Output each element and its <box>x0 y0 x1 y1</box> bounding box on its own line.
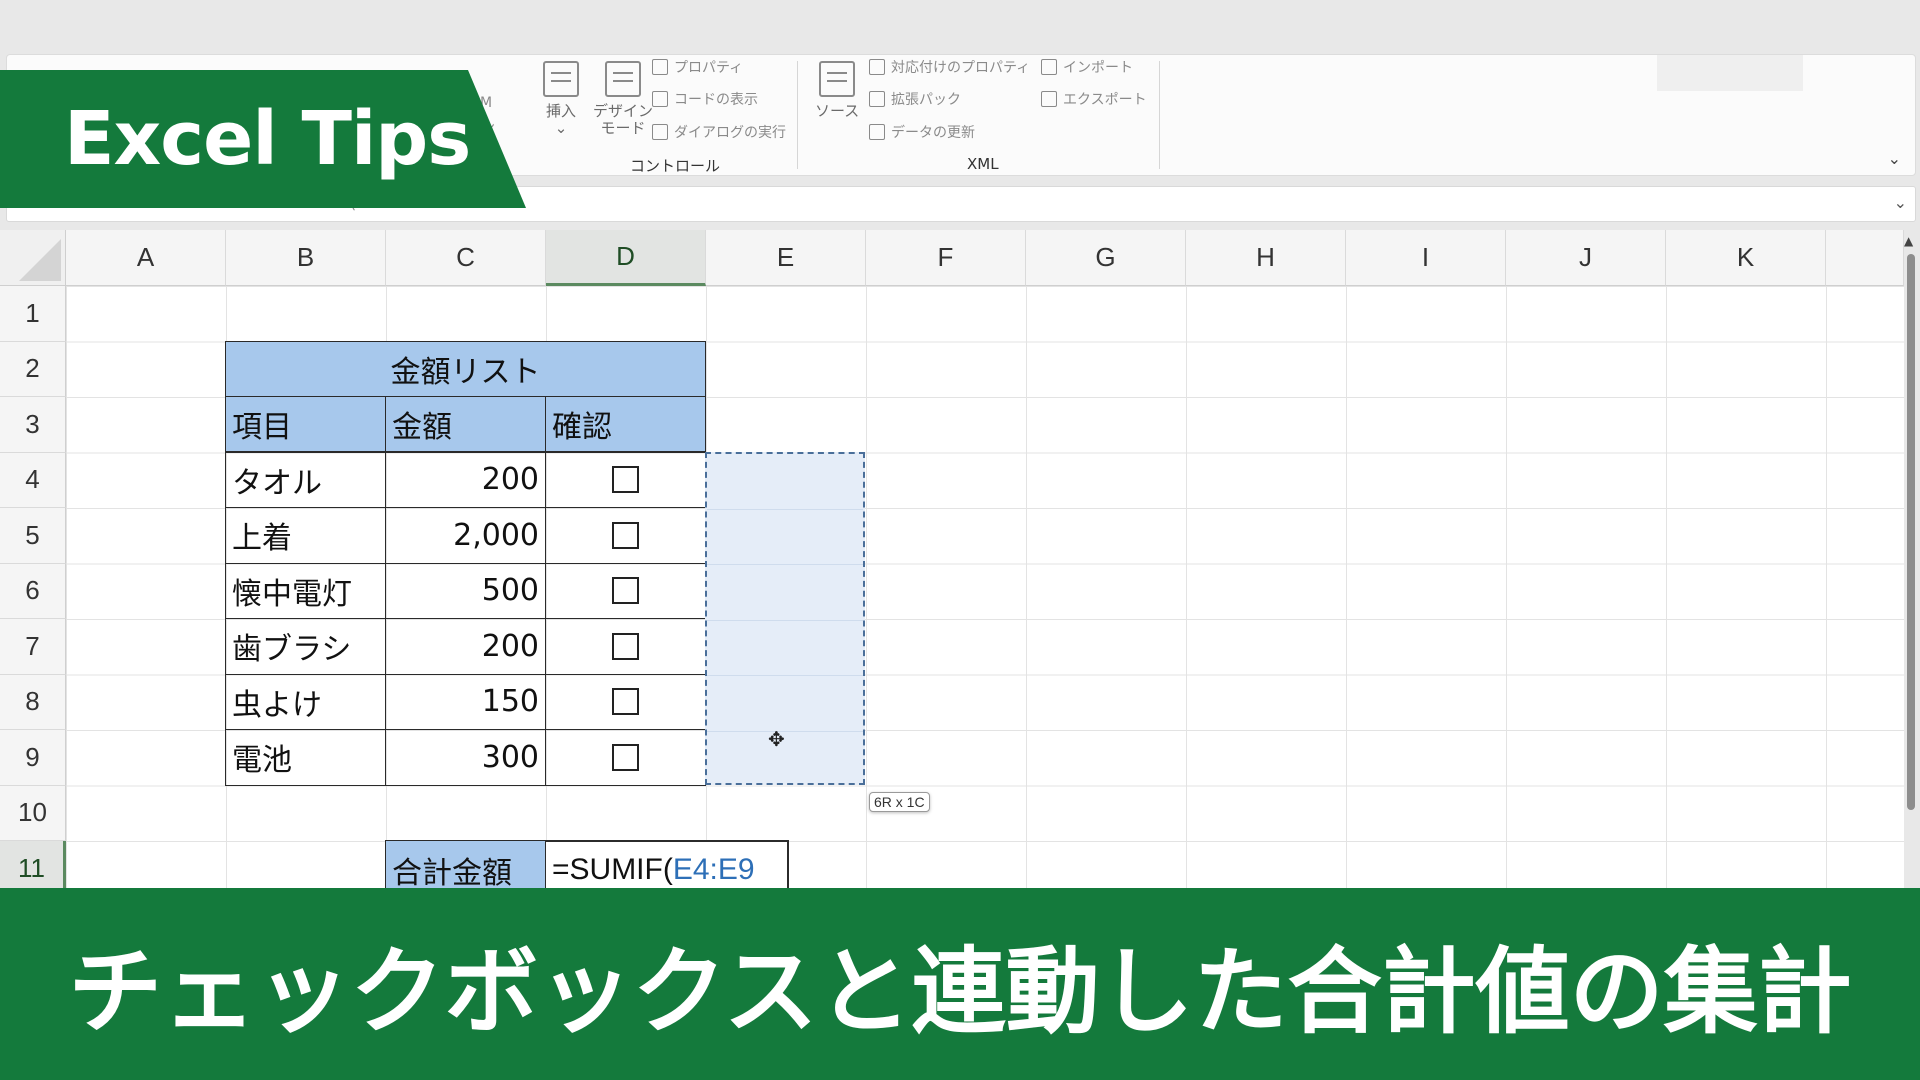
expansion-pack-icon <box>869 91 885 107</box>
item-name-cell[interactable]: 電池 <box>225 729 386 786</box>
column-header-i[interactable]: I <box>1346 230 1506 286</box>
refresh-data-button[interactable]: データの更新 <box>869 122 975 142</box>
row-header-9[interactable]: 9 <box>0 730 66 786</box>
item-name-cell[interactable]: 歯ブラシ <box>225 618 386 675</box>
view-code-icon <box>652 91 668 107</box>
column-header-d[interactable]: D <box>546 230 706 286</box>
group-separator-2 <box>1159 61 1160 169</box>
item-check-cell <box>545 451 706 508</box>
excel-tips-badge: Excel Tips <box>0 70 526 208</box>
xml-source-button[interactable]: ソース <box>815 61 859 120</box>
scroll-up-arrow-icon[interactable]: ▲ <box>1904 234 1913 248</box>
item-name-cell[interactable]: 虫よけ <box>225 673 386 730</box>
item-amount-cell[interactable]: 150 <box>385 673 546 730</box>
insert-control-button[interactable]: 挿入 ⌄ <box>543 61 579 137</box>
column-header-a[interactable]: A <box>66 230 226 286</box>
range-gridline <box>707 620 863 621</box>
run-dialog-icon <box>652 124 668 140</box>
row-header-8[interactable]: 8 <box>0 674 66 730</box>
export-icon <box>1041 91 1057 107</box>
header-check[interactable]: 確認 <box>545 396 706 452</box>
item-amount-cell[interactable]: 300 <box>385 729 546 786</box>
checkbox[interactable] <box>612 743 639 771</box>
item-check-cell <box>545 673 706 730</box>
range-gridline <box>707 675 863 676</box>
view-code-button[interactable]: コードの表示 <box>652 89 758 109</box>
item-amount-cell[interactable]: 200 <box>385 618 546 675</box>
range-gridline <box>707 564 863 565</box>
group-label-controls: コントロール <box>630 157 721 175</box>
map-properties-button[interactable]: 対応付けのプロパティ <box>869 57 1030 77</box>
scrollbar-thumb[interactable] <box>1907 254 1915 810</box>
header-item[interactable]: 項目 <box>225 396 386 452</box>
column-header-k[interactable]: K <box>1666 230 1826 286</box>
item-amount-cell[interactable]: 2,000 <box>385 507 546 564</box>
design-mode-icon <box>605 61 641 97</box>
column-header-g[interactable]: G <box>1026 230 1186 286</box>
run-dialog-button[interactable]: ダイアログの実行 <box>652 122 786 142</box>
ribbon-collapse-chevron-icon[interactable]: ⌄ <box>1888 149 1901 168</box>
map-properties-icon <box>869 59 885 75</box>
column-header-b[interactable]: B <box>226 230 386 286</box>
properties-icon <box>652 59 668 75</box>
item-amount-cell[interactable]: 200 <box>385 451 546 508</box>
formula-prefix: =SUMIF( <box>552 853 673 886</box>
checkbox[interactable] <box>612 688 639 716</box>
range-gridline <box>707 509 863 510</box>
refresh-data-icon <box>869 124 885 140</box>
range-gridline <box>707 731 863 732</box>
header-amount[interactable]: 金額 <box>385 396 546 452</box>
sum-label-cell[interactable]: 合計金額 <box>385 840 546 890</box>
column-header-h[interactable]: H <box>1186 230 1346 286</box>
toolbox-icon <box>543 61 579 97</box>
group-separator <box>797 61 798 169</box>
select-all-corner[interactable] <box>0 230 66 286</box>
row-header-10[interactable]: 10 <box>0 785 66 841</box>
checkbox[interactable] <box>612 632 639 660</box>
column-header-f[interactable]: F <box>866 230 1026 286</box>
row-header-2[interactable]: 2 <box>0 341 66 397</box>
properties-button[interactable]: プロパティ <box>652 57 743 77</box>
design-mode-button[interactable]: デザイン モード <box>593 61 653 137</box>
column-header-c[interactable]: C <box>386 230 546 286</box>
selection-size-tooltip: 6R x 1C <box>869 792 930 812</box>
column-header-j[interactable]: J <box>1506 230 1666 286</box>
sum-formula-cell[interactable]: =SUMIF(E4:E9 <box>545 840 789 890</box>
formula-range-ref: E4:E9 <box>672 853 755 886</box>
row-header-11[interactable]: 11 <box>0 841 66 890</box>
ribbon-faded-area <box>1657 55 1803 91</box>
checkbox[interactable] <box>612 577 639 605</box>
vertical-scrollbar[interactable]: ▲ <box>1904 234 1916 820</box>
item-name-cell[interactable]: 懐中電灯 <box>225 562 386 619</box>
item-check-cell <box>545 562 706 619</box>
row-header-7[interactable]: 7 <box>0 619 66 675</box>
move-cursor-icon: ✥ <box>768 727 785 751</box>
item-name-cell[interactable]: 上着 <box>225 507 386 564</box>
referenced-range-e4-e9[interactable] <box>705 452 865 785</box>
row-header-4[interactable]: 4 <box>0 452 66 508</box>
import-icon <box>1041 59 1057 75</box>
item-name-cell[interactable]: タオル <box>225 451 386 508</box>
row-header-3[interactable]: 3 <box>0 397 66 453</box>
formula-expand-chevron-icon[interactable]: ⌄ <box>1894 193 1907 212</box>
worksheet: A B C D E F G H I J K 1 2 3 4 5 6 7 8 9 … <box>0 230 1904 890</box>
caption-banner: チェックボックスと連動した合計値の集計 <box>0 888 1920 1080</box>
import-button[interactable]: インポート <box>1041 57 1133 77</box>
xml-source-icon <box>819 61 856 97</box>
column-header-e[interactable]: E <box>706 230 866 286</box>
row-header-6[interactable]: 6 <box>0 563 66 619</box>
item-amount-cell[interactable]: 500 <box>385 562 546 619</box>
item-check-cell <box>545 507 706 564</box>
group-label-xml: XML <box>967 155 999 173</box>
export-button[interactable]: エクスポート <box>1041 89 1147 109</box>
item-check-cell <box>545 618 706 675</box>
checkbox[interactable] <box>612 521 639 549</box>
table-title-cell[interactable]: 金額リスト <box>225 341 706 397</box>
item-check-cell <box>545 729 706 786</box>
column-header-partial <box>1826 230 1904 286</box>
checkbox[interactable] <box>612 466 639 494</box>
row-header-5[interactable]: 5 <box>0 508 66 564</box>
row-header-1[interactable]: 1 <box>0 286 66 342</box>
expansion-packs-button[interactable]: 拡張パック <box>869 89 961 109</box>
